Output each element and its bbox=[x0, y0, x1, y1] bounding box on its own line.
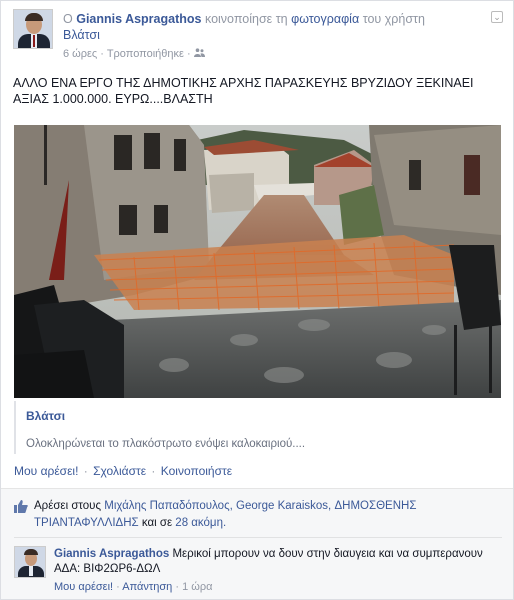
liker-link[interactable]: Μιχάλης Παπαδόπουλος, bbox=[104, 500, 233, 512]
comment-like-button[interactable]: Μου αρέσει! bbox=[54, 581, 113, 593]
headline-of-user: του χρήστη bbox=[362, 12, 425, 26]
likes-prefix: Αρέσει στους bbox=[34, 500, 102, 512]
ufi-feedback: Αρέσει στους Μιχάλης Παπαδόπουλος, Georg… bbox=[1, 488, 513, 599]
like-button[interactable]: Μου αρέσει! bbox=[14, 464, 78, 478]
headline-action: κοινοποίησε τη bbox=[204, 12, 288, 26]
edited-label[interactable]: Τροποποιήθηκε bbox=[107, 48, 184, 60]
story-header: Ο Giannis Aspragathos κοινοποίησε τη φωτ… bbox=[13, 9, 503, 69]
likes-and: και σε bbox=[141, 517, 173, 529]
meta-dot: · bbox=[186, 48, 194, 60]
comment-actions: Μου αρέσει! · Απάντηση · 1 ώρα bbox=[54, 581, 212, 593]
friends-icon[interactable] bbox=[193, 48, 205, 60]
shared-photo[interactable] bbox=[14, 125, 501, 398]
attachment-title-link[interactable]: Βλάτσι bbox=[26, 409, 65, 423]
action-separator: · bbox=[151, 464, 156, 478]
commenter-name-link[interactable]: Giannis Aspragathos bbox=[54, 548, 169, 560]
post-text: ΑΛΛΟ ΕΝΑ ΕΡΓΟ ΤΗΣ ΔΗΜΟΤΙΚΗΣ ΑΡΧΗΣ ΠΑΡΑΣΚ… bbox=[13, 76, 474, 106]
thumbs-up-icon bbox=[14, 500, 28, 513]
attachment-description: Ολοκληρώνεται το πλακόστρωτο ενόψει καλο… bbox=[26, 438, 306, 450]
more-likers-link[interactable]: 28 ακόμη. bbox=[175, 517, 226, 529]
headline-prefix: Ο bbox=[63, 12, 73, 26]
comment-button[interactable]: Σχολιάστε bbox=[93, 464, 146, 478]
divider bbox=[14, 537, 502, 538]
comment-timestamp[interactable]: 1 ώρα bbox=[182, 581, 212, 593]
target-user-link[interactable]: Βλάτσι bbox=[63, 28, 100, 42]
chevron-down-icon[interactable]: ⌄ bbox=[491, 11, 503, 23]
like-sentence: Αρέσει στους Μιχάλης Παπαδόπουλος, Georg… bbox=[14, 498, 494, 532]
comment-body: Giannis Aspragathos Μερικοί μπορουν να δ… bbox=[54, 547, 484, 577]
author-name-link[interactable]: Giannis Aspragathos bbox=[76, 12, 201, 26]
liker-link[interactable]: George Karaiskos, bbox=[236, 500, 331, 512]
commenter-avatar[interactable] bbox=[14, 546, 46, 578]
author-avatar[interactable] bbox=[13, 9, 53, 49]
action-separator: · bbox=[83, 464, 88, 478]
photo-link[interactable]: φωτογραφία bbox=[291, 12, 359, 26]
attachment-divider bbox=[14, 401, 16, 454]
comment-reply-button[interactable]: Απάντηση bbox=[122, 581, 172, 593]
story-meta: 6 ώρες · Τροποποιήθηκε · bbox=[63, 48, 205, 60]
story-actions: Μου αρέσει! · Σχολιάστε · Κοινοποιήστε bbox=[14, 464, 232, 478]
timestamp-link[interactable]: 6 ώρες bbox=[63, 48, 97, 60]
feed-story: Ο Giannis Aspragathos κοινοποίησε τη φωτ… bbox=[0, 0, 514, 600]
share-button[interactable]: Κοινοποιήστε bbox=[161, 464, 232, 478]
story-headline: Ο Giannis Aspragathos κοινοποίησε τη φωτ… bbox=[63, 11, 483, 43]
